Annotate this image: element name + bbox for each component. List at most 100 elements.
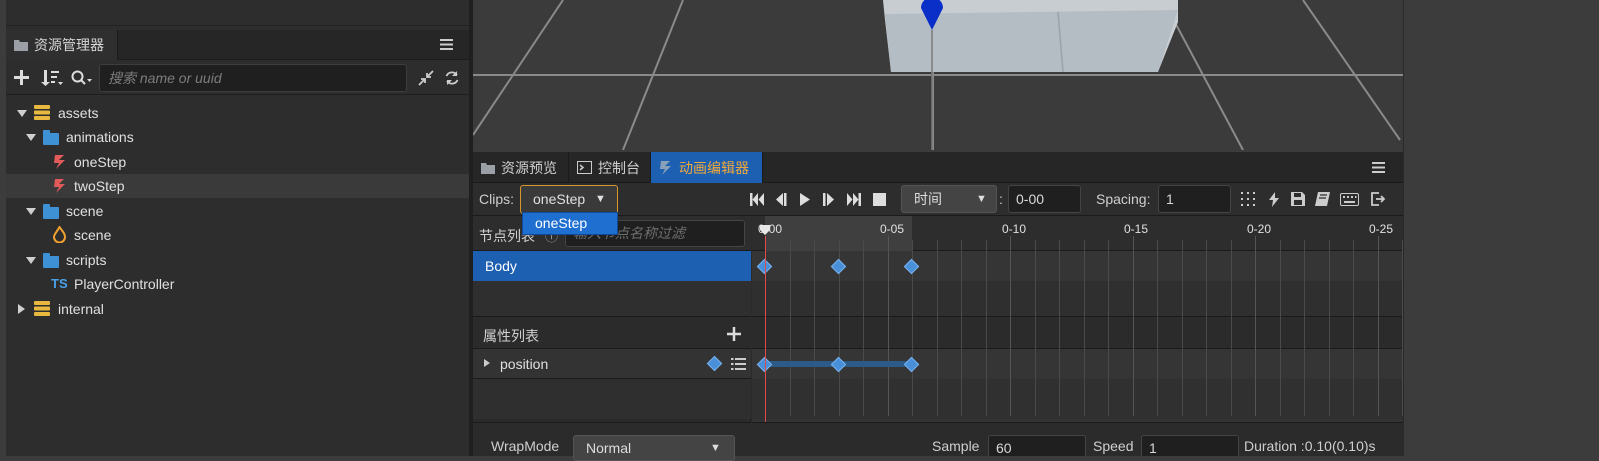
- event-icon[interactable]: [1269, 192, 1279, 207]
- save-icon[interactable]: [1291, 192, 1305, 206]
- timeline-ruler[interactable]: 0-00 0-05 0-10 0-15 0-20 0-25: [752, 216, 1403, 251]
- assets-panel: 资源管理器 搜索 name or uuid assets animations …: [6, 0, 469, 456]
- expand-arrow-icon[interactable]: [18, 304, 25, 314]
- clips-select[interactable]: oneStep ▼: [520, 185, 618, 214]
- tree-item-scene-folder[interactable]: scene: [6, 199, 469, 223]
- add-icon[interactable]: [14, 70, 29, 85]
- search-filter-icon[interactable]: [71, 70, 93, 86]
- tab-assets[interactable]: 资源管理器: [6, 30, 118, 60]
- footer-left: WrapMode Normal ▼: [473, 422, 751, 461]
- prev-frame-icon[interactable]: [775, 193, 787, 206]
- prop-track-empty: [752, 379, 1403, 419]
- grid-dots-icon[interactable]: [1241, 192, 1255, 206]
- exit-icon[interactable]: [1371, 192, 1386, 206]
- node-track-empty: [752, 281, 1403, 317]
- folder-icon: [14, 40, 28, 51]
- refresh-icon[interactable]: [444, 70, 460, 86]
- spacing-label: Spacing:: [1096, 191, 1151, 207]
- timeline-gridline: [789, 240, 791, 416]
- tree-item-animations[interactable]: animations: [6, 125, 469, 149]
- node-row-body[interactable]: Body: [473, 251, 751, 281]
- tree-item-label: twoStep: [74, 178, 125, 194]
- body-track[interactable]: [752, 251, 1403, 281]
- expand-arrow-icon[interactable]: [17, 110, 27, 117]
- prop-list-header: 属性列表: [473, 317, 751, 349]
- spacing-input[interactable]: 1: [1158, 185, 1231, 213]
- tab-label: 控制台: [598, 159, 640, 176]
- tree-item-scene[interactable]: scene: [6, 223, 469, 247]
- tab-animation-editor[interactable]: 动画编辑器: [651, 152, 763, 183]
- tree-item-onestep[interactable]: oneStep: [6, 150, 469, 174]
- timeline-gridline: [1255, 236, 1256, 416]
- timeline-gridline: [1206, 240, 1207, 416]
- chevron-down-icon: ▼: [976, 193, 987, 205]
- time-input[interactable]: 0-00: [1008, 185, 1081, 213]
- timeline-gridline: [1010, 236, 1011, 416]
- next-frame-icon[interactable]: [823, 193, 835, 206]
- node-property-column: 节点列表 ⓘ 输入节点名称过滤 Body 属性列表 position WrapM…: [473, 216, 751, 461]
- tree-item-playercontroller[interactable]: TS PlayerController: [6, 272, 469, 296]
- prop-list-empty: [473, 379, 751, 419]
- animation-panel: 资源预览 控制台 动画编辑器 Clips: oneStep ▼ 时间 ▼ : 0…: [473, 152, 1403, 461]
- menu-icon[interactable]: [440, 39, 453, 50]
- time-mode-select[interactable]: 时间 ▼: [901, 185, 997, 213]
- expand-arrow-icon[interactable]: [26, 134, 36, 141]
- tree-item-assets[interactable]: assets: [6, 101, 469, 125]
- tree-item-label: assets: [58, 105, 99, 121]
- tree-item-label: scene: [66, 203, 104, 219]
- playhead-handle-icon[interactable]: [760, 225, 770, 235]
- tab-console[interactable]: 控制台: [569, 152, 651, 183]
- list-icon[interactable]: [731, 358, 746, 370]
- timeline-gridline: [1328, 240, 1330, 416]
- speed-input[interactable]: 1: [1141, 435, 1239, 456]
- stop-icon[interactable]: [873, 193, 886, 206]
- tree-item-label: scripts: [66, 252, 107, 268]
- book-icon[interactable]: [1315, 192, 1330, 206]
- prop-label: position: [500, 356, 549, 372]
- scene-view[interactable]: [473, 0, 1403, 150]
- ruler-label: 0-20: [1247, 222, 1272, 236]
- timeline[interactable]: 0-00 0-05 0-10 0-15 0-20 0-25 Sample 60 …: [752, 216, 1403, 456]
- timeline-gridline: [936, 240, 938, 416]
- console-icon: [577, 161, 592, 174]
- timeline-gridline: [1279, 240, 1281, 416]
- timeline-gridline: [1034, 240, 1036, 416]
- expand-arrow-icon[interactable]: [26, 257, 36, 264]
- tree-item-label: internal: [58, 301, 104, 317]
- anim-clip-icon: [660, 160, 671, 175]
- tree-item-label: PlayerController: [74, 276, 175, 292]
- tree-item-label: animations: [66, 129, 134, 145]
- expand-arrow-icon[interactable]: [484, 359, 490, 367]
- timeline-gridline: [1059, 240, 1060, 416]
- keyboard-icon[interactable]: [1340, 193, 1359, 206]
- clips-label: Clips:: [479, 191, 515, 207]
- folder-icon: [43, 130, 59, 145]
- ruler-label: 0-15: [1124, 222, 1149, 236]
- sort-icon[interactable]: [41, 70, 63, 86]
- tree-item-internal[interactable]: internal: [6, 297, 469, 321]
- timeline-gridline: [863, 240, 864, 416]
- folder-icon: [481, 162, 495, 174]
- assets-toolbar: 搜索 name or uuid: [6, 61, 469, 95]
- sample-input[interactable]: 60: [988, 435, 1086, 456]
- anim-clip-icon: [54, 179, 65, 193]
- tab-asset-preview[interactable]: 资源预览: [473, 152, 569, 183]
- chevron-down-icon: ▼: [595, 193, 606, 205]
- menu-icon[interactable]: [1372, 162, 1385, 173]
- add-keyframe-icon[interactable]: [706, 355, 723, 372]
- node-list-empty: [473, 281, 751, 317]
- jump-first-icon[interactable]: [750, 193, 764, 206]
- tree-item-scripts[interactable]: scripts: [6, 248, 469, 272]
- play-icon[interactable]: [800, 193, 810, 206]
- tab-assets-label: 资源管理器: [34, 37, 104, 53]
- expand-arrow-icon[interactable]: [26, 208, 36, 215]
- add-property-icon[interactable]: [727, 327, 741, 341]
- prop-row-position[interactable]: position: [473, 349, 751, 379]
- collapse-icon[interactable]: [418, 70, 434, 86]
- search-input[interactable]: 搜索 name or uuid: [99, 64, 407, 92]
- jump-last-icon[interactable]: [847, 193, 861, 206]
- tree-item-twostep[interactable]: twoStep: [6, 174, 469, 198]
- prop-header-track: [752, 317, 1403, 349]
- wrapmode-select[interactable]: Normal ▼: [573, 435, 735, 461]
- clips-dropdown-option[interactable]: oneStep: [522, 212, 618, 235]
